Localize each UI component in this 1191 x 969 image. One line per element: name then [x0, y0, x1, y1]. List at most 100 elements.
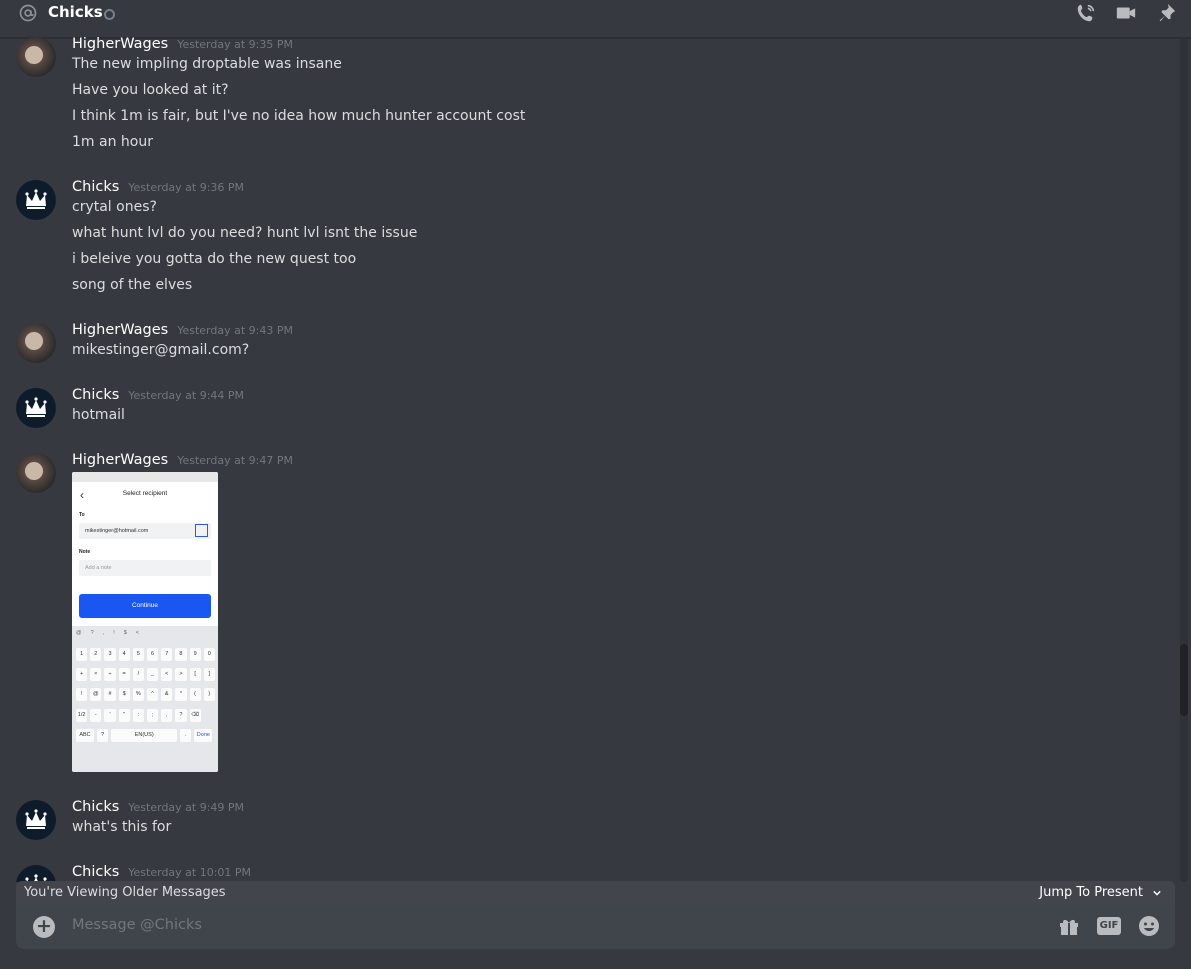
- kb-key: /: [132, 668, 144, 681]
- kb-key: !: [76, 688, 88, 701]
- timestamp: Yesterday at 9:49 PM: [128, 801, 245, 814]
- kb-key: ABC: [76, 729, 94, 742]
- kb-key: _: [146, 668, 159, 681]
- kb-key: ): [203, 688, 215, 701]
- kb-key: -: [90, 709, 102, 722]
- kb-key: *: [175, 688, 187, 701]
- kb-key: ?: [97, 729, 109, 742]
- avatar[interactable]: [16, 37, 56, 77]
- crown-icon: [25, 189, 47, 209]
- author-name[interactable]: Chicks: [72, 799, 119, 815]
- at-icon: [19, 4, 37, 22]
- kb-key: ,: [161, 709, 173, 722]
- kb-key: ^: [146, 688, 159, 701]
- to-field: mikestinger@hotmail.com: [79, 523, 211, 539]
- kb-key: Done: [194, 729, 213, 742]
- emoji-icon[interactable]: [1137, 914, 1161, 938]
- upload-button[interactable]: +: [33, 915, 55, 938]
- kb-key: 0: [203, 648, 215, 661]
- kb-key: $: [118, 688, 130, 701]
- avatar[interactable]: [16, 865, 56, 882]
- author-name[interactable]: Chicks: [72, 387, 119, 403]
- message-text: hotmail: [72, 407, 125, 423]
- kb-key: &: [161, 688, 173, 701]
- voice-call-icon[interactable]: [1075, 2, 1097, 24]
- message-text: mikestinger@gmail.com?: [72, 342, 250, 358]
- kb-key: 3: [104, 648, 116, 661]
- kb-key: ': [104, 709, 116, 722]
- to-label: To: [79, 512, 85, 518]
- message-text: crytal ones?: [72, 199, 157, 215]
- message-text: 1m an hour: [72, 134, 153, 150]
- kb-key: 9: [189, 648, 201, 661]
- timestamp: Yesterday at 10:01 PM: [128, 866, 252, 879]
- kb-key: 6: [146, 648, 159, 661]
- avatar[interactable]: [16, 323, 56, 363]
- timestamp: Yesterday at 9:43 PM: [177, 324, 293, 337]
- kb-key: =: [118, 668, 130, 681]
- message-text: what's this for: [72, 819, 172, 835]
- kb-key: %: [132, 688, 144, 701]
- jump-to-present-button[interactable]: Jump To Present: [1039, 885, 1161, 900]
- avatar[interactable]: [16, 453, 56, 493]
- message-text: song of the elves: [72, 277, 193, 293]
- author-name[interactable]: Chicks: [72, 179, 119, 195]
- kb-key: ": [118, 709, 130, 722]
- kb-key: #: [104, 688, 116, 701]
- keyboard: @?,! $ < 1234567890 + × ÷ = / _ < >[] ! @ # $% ^ & *() …: [72, 626, 218, 772]
- kb-key: 4: [118, 648, 130, 661]
- message-text: The new impling droptable was insane: [72, 56, 342, 72]
- message-list[interactable]: HigherWages Yesterday at 9:35 PM The new…: [0, 37, 1178, 882]
- kb-key: <: [161, 668, 173, 681]
- timestamp: Yesterday at 9:47 PM: [177, 454, 293, 467]
- scrollbar-thumb[interactable]: [1180, 644, 1188, 716]
- message-input[interactable]: Message @Chicks: [72, 917, 202, 933]
- avatar[interactable]: [16, 180, 56, 220]
- channel-header: Chicks: [0, 0, 1191, 38]
- timestamp: Yesterday at 9:35 PM: [177, 38, 293, 51]
- author-name[interactable]: Chicks: [72, 864, 119, 880]
- author-name[interactable]: HigherWages: [72, 452, 168, 468]
- scrollbar-track[interactable]: [1180, 37, 1188, 882]
- author-name[interactable]: HigherWages: [72, 37, 168, 52]
- kb-key: ]: [203, 668, 215, 681]
- timestamp: Yesterday at 9:44 PM: [128, 389, 245, 402]
- gif-button[interactable]: GIF: [1097, 917, 1121, 935]
- kb-key: 1/2: [76, 709, 88, 722]
- message-text: Have you looked at it?: [72, 82, 229, 98]
- note-field: Add a note: [79, 560, 211, 576]
- kb-key: ;: [146, 709, 159, 722]
- kb-key: 8: [175, 648, 187, 661]
- kb-key: 7: [161, 648, 173, 661]
- kb-key: (: [189, 688, 201, 701]
- kb-symbol: <: [135, 630, 139, 636]
- status-idle-dot: [104, 9, 115, 20]
- kb-symbol: $: [123, 630, 127, 636]
- message-text: I think 1m is fair, but I've no idea how…: [72, 108, 526, 124]
- continue-button: Continue: [79, 594, 211, 618]
- kb-symbol: ?: [90, 630, 94, 636]
- gift-icon[interactable]: [1057, 914, 1081, 938]
- kb-key: 2: [90, 648, 102, 661]
- avatar[interactable]: [16, 800, 56, 840]
- image-attachment[interactable]: ‹ Select recipient To mikestinger@hotmai…: [72, 472, 218, 772]
- pin-icon[interactable]: [1155, 2, 1177, 24]
- kb-key: ⌫: [189, 709, 201, 722]
- avatar[interactable]: [16, 388, 56, 428]
- qr-code-icon: [195, 524, 208, 537]
- kb-key: +: [76, 668, 88, 681]
- crown-icon: [25, 809, 47, 829]
- crown-icon: [25, 397, 47, 417]
- kb-key: ?: [175, 709, 187, 722]
- kb-symbol: ,: [102, 630, 105, 636]
- kb-key: ×: [90, 668, 102, 681]
- channel-title: Chicks: [48, 3, 103, 21]
- kb-symbol: @: [76, 630, 82, 636]
- kb-key: EN(US): [111, 729, 178, 742]
- video-call-icon[interactable]: [1115, 2, 1137, 24]
- kb-key: .: [180, 729, 192, 742]
- timestamp: Yesterday at 9:36 PM: [128, 181, 245, 194]
- author-name[interactable]: HigherWages: [72, 322, 168, 338]
- message-text: what hunt lvl do you need? hunt lvl isnt…: [72, 225, 418, 241]
- kb-key: 1: [76, 648, 88, 661]
